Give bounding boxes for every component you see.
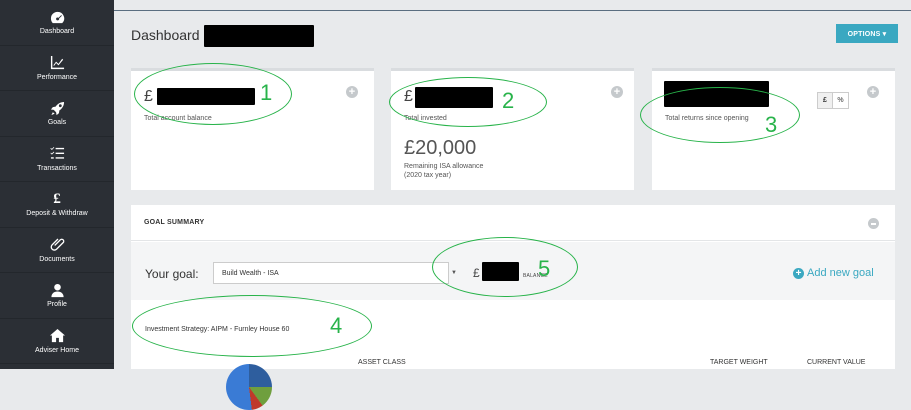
paperclip-icon [49,237,65,253]
annotation-number-1: 1 [260,80,273,105]
page-title: Dashboard - [131,27,209,43]
add-new-goal-label: Add new goal [807,267,874,279]
column-asset-class: ASSET CLASS [358,359,406,366]
dashboard-icon [49,9,65,25]
isa-allowance-amount: £20,000 [404,137,477,159]
annotation-ellipse-5 [432,237,578,297]
annotation-number-5: 5 [538,256,551,281]
goal-summary-header: GOAL SUMMARY [131,205,895,241]
plus-circle-icon: + [793,267,804,279]
annotation-ellipse-2 [389,77,547,127]
sidebar: Dashboard Performance Goals Transactions… [0,0,114,369]
list-icon [49,146,65,162]
sidebar-item-adviser-home[interactable]: Adviser Home [0,319,114,364]
sidebar-item-label: Transactions [37,164,77,172]
allocation-pie-chart [226,364,272,410]
pound-icon: £ [53,190,61,207]
home-icon [49,328,65,344]
sidebar-item-label: Deposit & Withdraw [26,210,88,218]
toggle-pound[interactable]: £ [818,93,833,108]
isa-tax-year-label: (2020 tax year) [404,172,452,179]
sidebar-item-documents[interactable]: Documents [0,228,114,273]
page-header: Dashboard - OPTIONS ▾ [114,10,911,56]
options-button[interactable]: OPTIONS ▾ [836,24,898,43]
sidebar-item-label: Adviser Home [35,346,79,354]
sidebar-item-label: Performance [36,73,78,81]
redacted-name [204,25,314,47]
sidebar-item-label: Dashboard [39,28,75,36]
expand-plus-icon[interactable]: + [611,86,623,98]
column-current-value: CURRENT VALUE [807,359,866,366]
collapse-minus-icon[interactable] [868,218,879,229]
add-new-goal-button[interactable]: + Add new goal [793,267,874,279]
user-icon [49,282,65,298]
column-target-weight: TARGET WEIGHT [710,359,768,366]
sidebar-item-performance[interactable]: Performance [0,46,114,91]
goal-summary-title: GOAL SUMMARY [144,219,205,226]
goal-select[interactable]: Build Wealth - ISA [213,262,449,284]
annotation-number-3: 3 [765,112,778,137]
sidebar-item-profile[interactable]: Profile [0,273,114,319]
expand-plus-icon[interactable]: + [867,86,879,98]
sidebar-item-label: Documents [39,255,75,263]
sidebar-item-deposit-withdraw[interactable]: £ Deposit & Withdraw [0,182,114,228]
sidebar-item-label: Goals [47,119,67,127]
rocket-icon [49,100,65,116]
chart-icon [49,55,65,71]
annotation-number-4: 4 [330,313,343,338]
sidebar-item-transactions[interactable]: Transactions [0,137,114,182]
sidebar-item-dashboard[interactable]: Dashboard [0,0,114,46]
returns-unit-toggle[interactable]: £ % [817,92,849,109]
annotation-number-2: 2 [502,88,515,113]
sidebar-item-label: Profile [47,301,67,309]
toggle-percent[interactable]: % [833,93,848,108]
your-goal-label: Your goal: [145,267,199,281]
expand-plus-icon[interactable]: + [346,86,358,98]
isa-allowance-label: Remaining ISA allowance [404,163,484,170]
goal-select-value: Build Wealth - ISA [222,269,279,277]
sidebar-item-goals[interactable]: Goals [0,91,114,137]
